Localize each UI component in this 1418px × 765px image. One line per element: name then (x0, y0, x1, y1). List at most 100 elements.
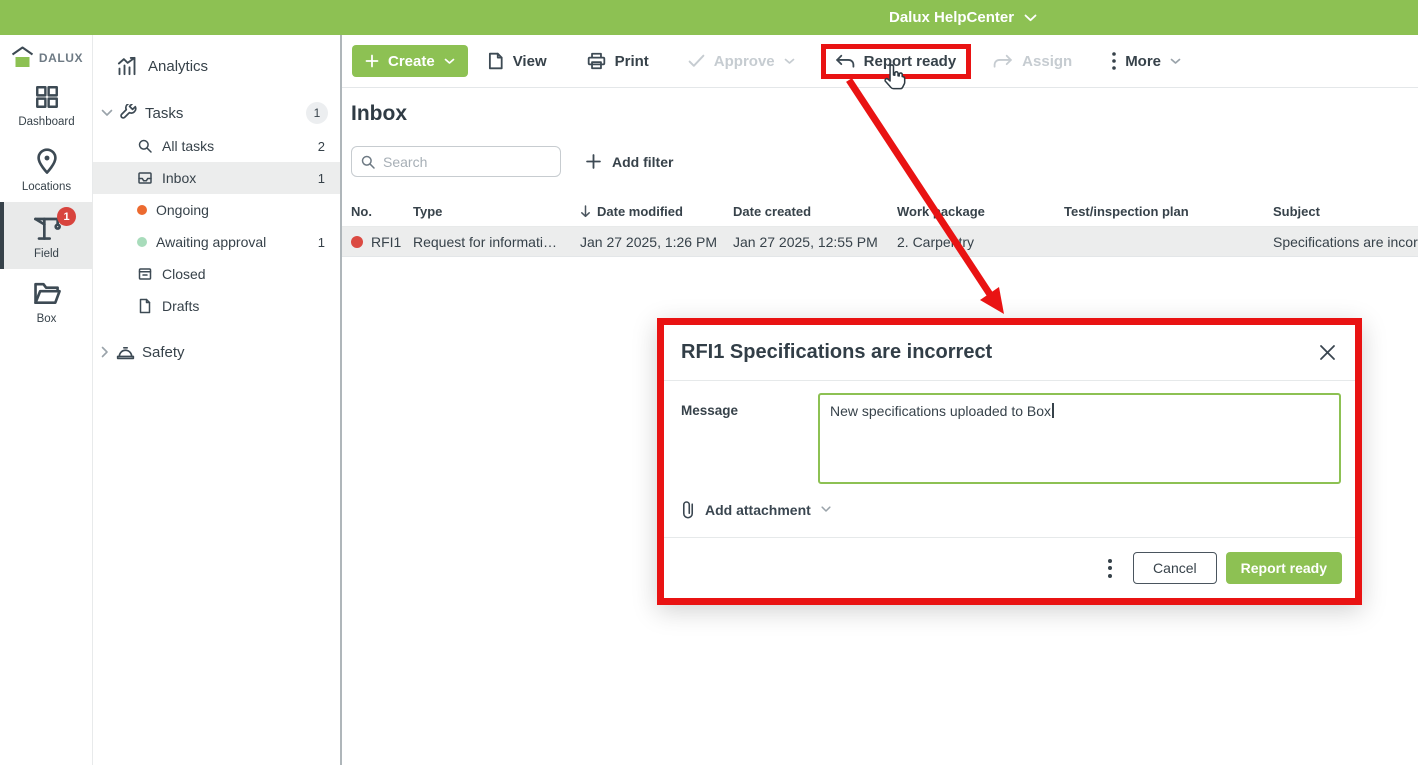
sidebar-item-label: Tasks (145, 105, 183, 122)
sidebar-item-safety[interactable]: Safety (93, 334, 340, 370)
task-subject-cell: Specifications are incorrect (1273, 234, 1418, 250)
text-caret (1052, 403, 1054, 418)
document-icon (137, 298, 153, 314)
task-no-cell: RFI1 (342, 234, 413, 250)
sidebar-item-ongoing[interactable]: Ongoing (93, 194, 340, 226)
rail-item-label: Locations (22, 181, 71, 193)
task-date-created-cell: Jan 27 2025, 12:55 PM (733, 234, 897, 250)
col-date-created[interactable]: Date created (733, 198, 897, 226)
task-date-modified-cell: Jan 27 2025, 1:26 PM (580, 234, 733, 250)
sidebar-item-label: Closed (162, 266, 206, 282)
sidebar-item-label: Awaiting approval (156, 234, 266, 250)
report-ready-dialog: RFI1 Specifications are incorrect Messag… (657, 318, 1362, 605)
field-badge: 1 (57, 207, 76, 226)
dialog-more-options-icon[interactable] (1104, 555, 1116, 582)
location-pin-icon (33, 147, 61, 175)
search-box (351, 146, 561, 177)
sidebar-item-inbox[interactable]: Inbox 1 (93, 162, 340, 194)
col-work-package[interactable]: Work package (897, 198, 1064, 226)
rail-item-box[interactable]: Box (0, 269, 93, 334)
chevron-down-icon (784, 58, 795, 65)
chevron-down-icon (444, 58, 455, 65)
kebab-menu-icon (1112, 52, 1116, 70)
assign-button[interactable]: Assign (993, 53, 1072, 70)
rail-item-label: Dashboard (18, 116, 74, 128)
add-filter-button[interactable]: Add filter (586, 154, 673, 170)
cancel-button[interactable]: Cancel (1133, 552, 1217, 584)
table-header: No. Type Date modified Date created Work… (342, 198, 1418, 226)
dialog-title: RFI1 Specifications are incorrect (681, 341, 992, 364)
project-title: Dalux HelpCenter (889, 9, 1014, 26)
task-type-cell: Request for informati… (413, 234, 580, 250)
dalux-house-icon (9, 45, 36, 70)
item-count: 1 (318, 171, 325, 186)
report-ready-submit-button[interactable]: Report ready (1226, 552, 1342, 584)
paperclip-icon (681, 500, 695, 519)
project-switcher[interactable]: Dalux HelpCenter (889, 0, 1037, 35)
reply-left-arrow-icon (835, 54, 855, 68)
rail-item-dashboard[interactable]: Dashboard (0, 74, 93, 137)
message-textarea[interactable]: New specifications uploaded to Box (818, 393, 1341, 484)
folder-icon (32, 279, 62, 307)
col-no[interactable]: No. (342, 198, 413, 226)
plus-icon (586, 154, 601, 169)
table-row[interactable]: RFI1 Request for informati… Jan 27 2025,… (342, 226, 1418, 257)
dialog-header: RFI1 Specifications are incorrect (664, 325, 1355, 381)
sidebar-item-tasks[interactable]: Tasks 1 (93, 96, 340, 130)
dialog-footer: Cancel Report ready (664, 537, 1355, 598)
message-label: Message (681, 403, 738, 418)
annotation-highlight-box: Report ready (821, 44, 972, 79)
wrench-icon (120, 104, 138, 122)
search-icon (360, 154, 376, 170)
item-count: 2 (318, 139, 325, 154)
chevron-down-icon (101, 109, 113, 117)
col-test-plan[interactable]: Test/inspection plan (1064, 198, 1273, 226)
approve-button[interactable]: Approve (688, 53, 795, 70)
dashboard-grid-icon (34, 84, 60, 110)
tasks-badge: 1 (306, 102, 328, 124)
col-subject[interactable]: Subject (1273, 198, 1418, 226)
chevron-down-icon (1170, 58, 1181, 65)
chevron-right-icon (101, 346, 109, 358)
page-title: Inbox (351, 102, 1418, 126)
rail-item-label: Box (37, 313, 57, 325)
add-attachment-button[interactable]: Add attachment (681, 500, 831, 519)
toolbar: Create View Print Approve R (342, 35, 1418, 88)
sidebar-item-label: Ongoing (156, 202, 209, 218)
search-input[interactable] (351, 146, 561, 177)
archive-box-icon (137, 266, 153, 282)
rail-item-locations[interactable]: Locations (0, 137, 93, 202)
more-button[interactable]: More (1112, 52, 1181, 70)
sidebar-item-label: All tasks (162, 138, 214, 154)
check-icon (688, 54, 705, 68)
rail-item-field[interactable]: 1 Field (0, 202, 93, 269)
report-ready-button[interactable]: Report ready (835, 53, 957, 70)
forward-right-arrow-icon (993, 54, 1013, 68)
create-button[interactable]: Create (352, 45, 468, 77)
item-count: 1 (318, 235, 325, 250)
page-icon (487, 52, 504, 70)
col-type[interactable]: Type (413, 198, 580, 226)
app-rail: DALUX Dashboard Locations 1 Field Box (0, 35, 93, 765)
tasks-sidebar: Analytics Tasks 1 All tasks 2 Inbox 1 On… (93, 35, 340, 765)
task-work-package-cell: 2. Carpentry (897, 234, 1064, 250)
analytics-chart-icon (117, 56, 137, 76)
sidebar-item-awaiting-approval[interactable]: Awaiting approval 1 (93, 226, 340, 258)
sidebar-item-analytics[interactable]: Analytics (93, 48, 340, 84)
col-date-modified[interactable]: Date modified (580, 198, 733, 226)
dialog-body: Message New specifications uploaded to B… (664, 381, 1355, 537)
plus-icon (365, 54, 379, 68)
close-icon[interactable] (1317, 342, 1338, 363)
sidebar-item-closed[interactable]: Closed (93, 258, 340, 290)
sidebar-item-label: Drafts (162, 298, 199, 314)
panel-resize-handle[interactable] (340, 35, 342, 765)
printer-icon (587, 52, 606, 70)
view-button[interactable]: View (487, 52, 547, 70)
sidebar-item-label: Analytics (148, 58, 208, 75)
chevron-down-icon (1024, 14, 1037, 22)
print-button[interactable]: Print (587, 52, 649, 70)
sidebar-item-all-tasks[interactable]: All tasks 2 (93, 130, 340, 162)
sidebar-item-drafts[interactable]: Drafts (93, 290, 340, 322)
filter-row: Add filter (351, 146, 1418, 177)
sidebar-item-label: Inbox (162, 170, 196, 186)
